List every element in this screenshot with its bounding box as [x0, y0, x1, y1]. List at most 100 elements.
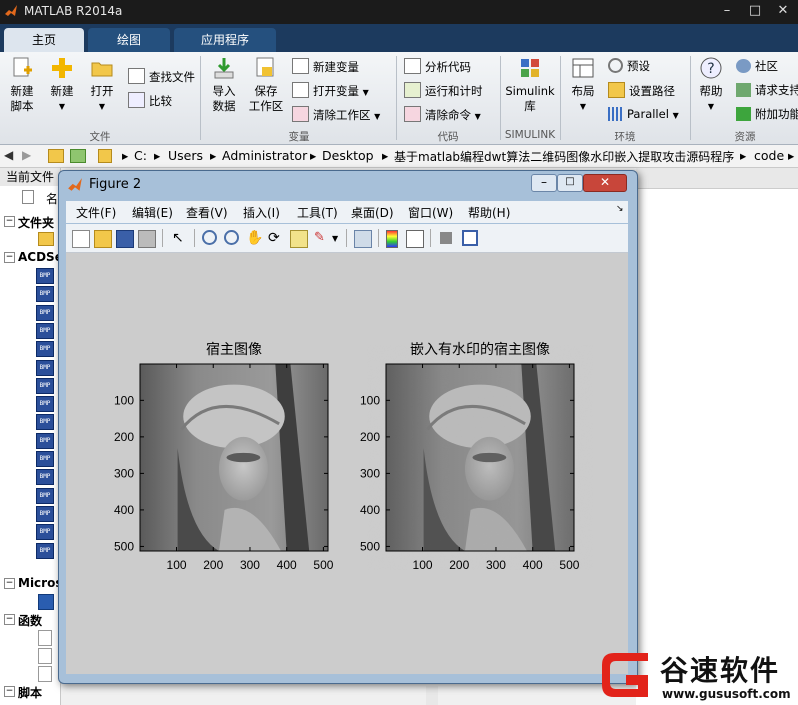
folder-icon[interactable] — [38, 232, 54, 246]
clear-workspace-button[interactable]: 清除工作区 ▼ — [292, 106, 380, 125]
bmp-file-icon[interactable]: BMP — [36, 286, 54, 303]
breadcrumb-desktop[interactable]: Desktop — [322, 148, 374, 163]
import-data-button[interactable]: 导入 数据 — [206, 56, 242, 114]
bmp-file-icon[interactable]: BMP — [36, 469, 54, 486]
menu-tools[interactable]: 工具(T) — [297, 204, 338, 221]
menu-window[interactable]: 窗口(W) — [408, 204, 453, 221]
breadcrumb-users[interactable]: Users — [168, 148, 203, 163]
figure-title-bar[interactable]: Figure 2 – □ ✕ — [59, 171, 637, 199]
brush-icon[interactable]: ✎ — [314, 230, 330, 246]
up-folder-icon[interactable] — [48, 149, 64, 163]
new-variable-button[interactable]: 新建变量 — [292, 58, 359, 75]
menu-view[interactable]: 查看(V) — [186, 204, 228, 221]
menu-help[interactable]: 帮助(H) — [468, 204, 510, 221]
menu-desktop[interactable]: 桌面(D) — [351, 204, 394, 221]
community-button[interactable]: 社区 — [736, 58, 778, 74]
minimize-icon[interactable]: – — [531, 174, 557, 192]
bmp-file-icon[interactable]: BMP — [36, 432, 54, 449]
figure-canvas[interactable]: 宿主图像 100 200 300 400 500 100 200 300 400 500 嵌入有水印的… — [66, 253, 628, 674]
collapse-icon[interactable]: − — [4, 686, 15, 697]
zoom-in-icon[interactable] — [202, 230, 217, 245]
save-icon[interactable] — [116, 230, 134, 248]
bmp-file-icon[interactable]: BMP — [36, 542, 54, 559]
minimize-icon[interactable]: – — [714, 2, 740, 20]
bmp-file-icon[interactable]: BMP — [36, 524, 54, 541]
scrollbar[interactable] — [426, 686, 438, 705]
bmp-file-icon[interactable]: BMP — [36, 377, 54, 394]
pointer-icon[interactable]: ↖ — [172, 230, 188, 246]
breadcrumb-c[interactable]: C: — [134, 148, 147, 163]
close-icon[interactable]: ✕ — [770, 2, 796, 20]
command-window-area[interactable] — [426, 168, 798, 705]
simulink-library-button[interactable]: Simulink 库 — [504, 56, 556, 114]
bmp-file-icon[interactable]: BMP — [36, 414, 54, 431]
name-column-header[interactable]: 名 — [46, 190, 58, 207]
link-plot-icon[interactable] — [354, 230, 372, 248]
tab-home[interactable]: 主页 — [4, 28, 84, 52]
bmp-file-icon[interactable]: BMP — [36, 487, 54, 504]
maximize-icon[interactable]: □ — [742, 2, 768, 20]
add-ons-button[interactable]: 附加功能 — [736, 106, 798, 122]
pan-hand-icon[interactable]: ✋ — [246, 230, 263, 246]
menu-file[interactable]: 文件(F) — [76, 204, 116, 221]
set-path-button[interactable]: 设置路径 — [608, 82, 675, 99]
run-and-time-label: 运行和计时 — [425, 84, 483, 98]
legend-icon[interactable] — [406, 230, 424, 248]
rotate-3d-icon[interactable]: ⟳ — [268, 230, 284, 246]
data-cursor-icon[interactable] — [290, 230, 308, 248]
run-and-time-button[interactable]: 运行和计时 — [404, 82, 483, 99]
collapse-icon[interactable]: − — [4, 614, 15, 625]
print-icon[interactable] — [138, 230, 156, 248]
bmp-file-icon[interactable]: BMP — [36, 451, 54, 467]
collapse-icon[interactable]: − — [4, 578, 15, 589]
colorbar-icon[interactable] — [386, 230, 398, 248]
analyze-code-button[interactable]: 分析代码 — [404, 58, 471, 75]
word-document-icon[interactable] — [38, 594, 54, 610]
function-file-icon[interactable] — [38, 666, 52, 682]
open-button[interactable]: 打开 ▼ — [84, 56, 120, 114]
bmp-file-icon[interactable]: BMP — [36, 341, 54, 358]
clear-commands-button[interactable]: 清除命令 ▼ — [404, 106, 481, 125]
new-figure-icon[interactable] — [72, 230, 90, 248]
preferences-button[interactable]: 预设 — [608, 58, 650, 74]
request-support-button[interactable]: 请求支持 — [736, 82, 798, 98]
help-button[interactable]: ? 帮助 ▼ — [696, 56, 726, 114]
bmp-file-icon[interactable]: BMP — [36, 359, 54, 376]
hide-plot-tools-icon[interactable] — [440, 232, 452, 244]
function-file-icon[interactable] — [38, 630, 52, 646]
bmp-file-icon[interactable]: BMP — [36, 268, 54, 284]
parallel-button[interactable]: Parallel ▼ — [608, 106, 679, 124]
find-files-button[interactable]: 查找文件 — [128, 68, 195, 85]
function-file-icon[interactable] — [38, 648, 52, 664]
new-button[interactable]: 新建 ▼ — [44, 56, 80, 114]
breadcrumb-project-folder[interactable]: 基于matlab编程dwt算法二维码图像水印嵌入提取攻击源码程序 — [394, 148, 734, 165]
menu-insert[interactable]: 插入(I) — [243, 204, 280, 221]
forward-arrow-icon[interactable]: ▶ — [22, 148, 31, 162]
breadcrumb-administrator[interactable]: Administrator — [222, 148, 307, 163]
bmp-file-icon[interactable]: BMP — [36, 304, 54, 321]
open-file-icon[interactable] — [94, 230, 112, 248]
dock-arrow-icon[interactable]: ↘ — [616, 204, 624, 214]
compare-button[interactable]: 比较 — [128, 92, 172, 109]
show-plot-tools-icon[interactable] — [462, 230, 478, 246]
bmp-file-icon[interactable]: BMP — [36, 322, 54, 339]
tab-apps[interactable]: 应用程序 — [174, 28, 276, 52]
collapse-icon[interactable]: − — [4, 252, 15, 263]
tab-plots[interactable]: 绘图 — [88, 28, 170, 52]
open-variable-button[interactable]: 打开变量 ▼ — [292, 82, 369, 101]
bmp-file-icon[interactable]: BMP — [36, 505, 54, 522]
collapse-icon[interactable]: − — [4, 216, 15, 227]
breadcrumb-code[interactable]: code — [754, 148, 784, 163]
menu-edit[interactable]: 编辑(E) — [132, 204, 173, 221]
zoom-out-icon[interactable] — [224, 230, 239, 245]
new-script-button[interactable]: 新建 脚本 — [4, 56, 40, 114]
layout-button[interactable]: 布局 ▼ — [566, 56, 600, 114]
y-tick-label: 500 — [360, 539, 380, 553]
chevron-down-icon[interactable]: ▼ — [332, 234, 338, 243]
back-arrow-icon[interactable]: ◀ — [4, 148, 13, 162]
bmp-file-icon[interactable]: BMP — [36, 396, 54, 413]
close-icon[interactable]: ✕ — [583, 174, 627, 192]
save-workspace-button[interactable]: 保存 工作区 — [246, 56, 286, 114]
browse-folder-icon[interactable] — [70, 149, 86, 163]
maximize-icon[interactable]: □ — [557, 174, 583, 192]
